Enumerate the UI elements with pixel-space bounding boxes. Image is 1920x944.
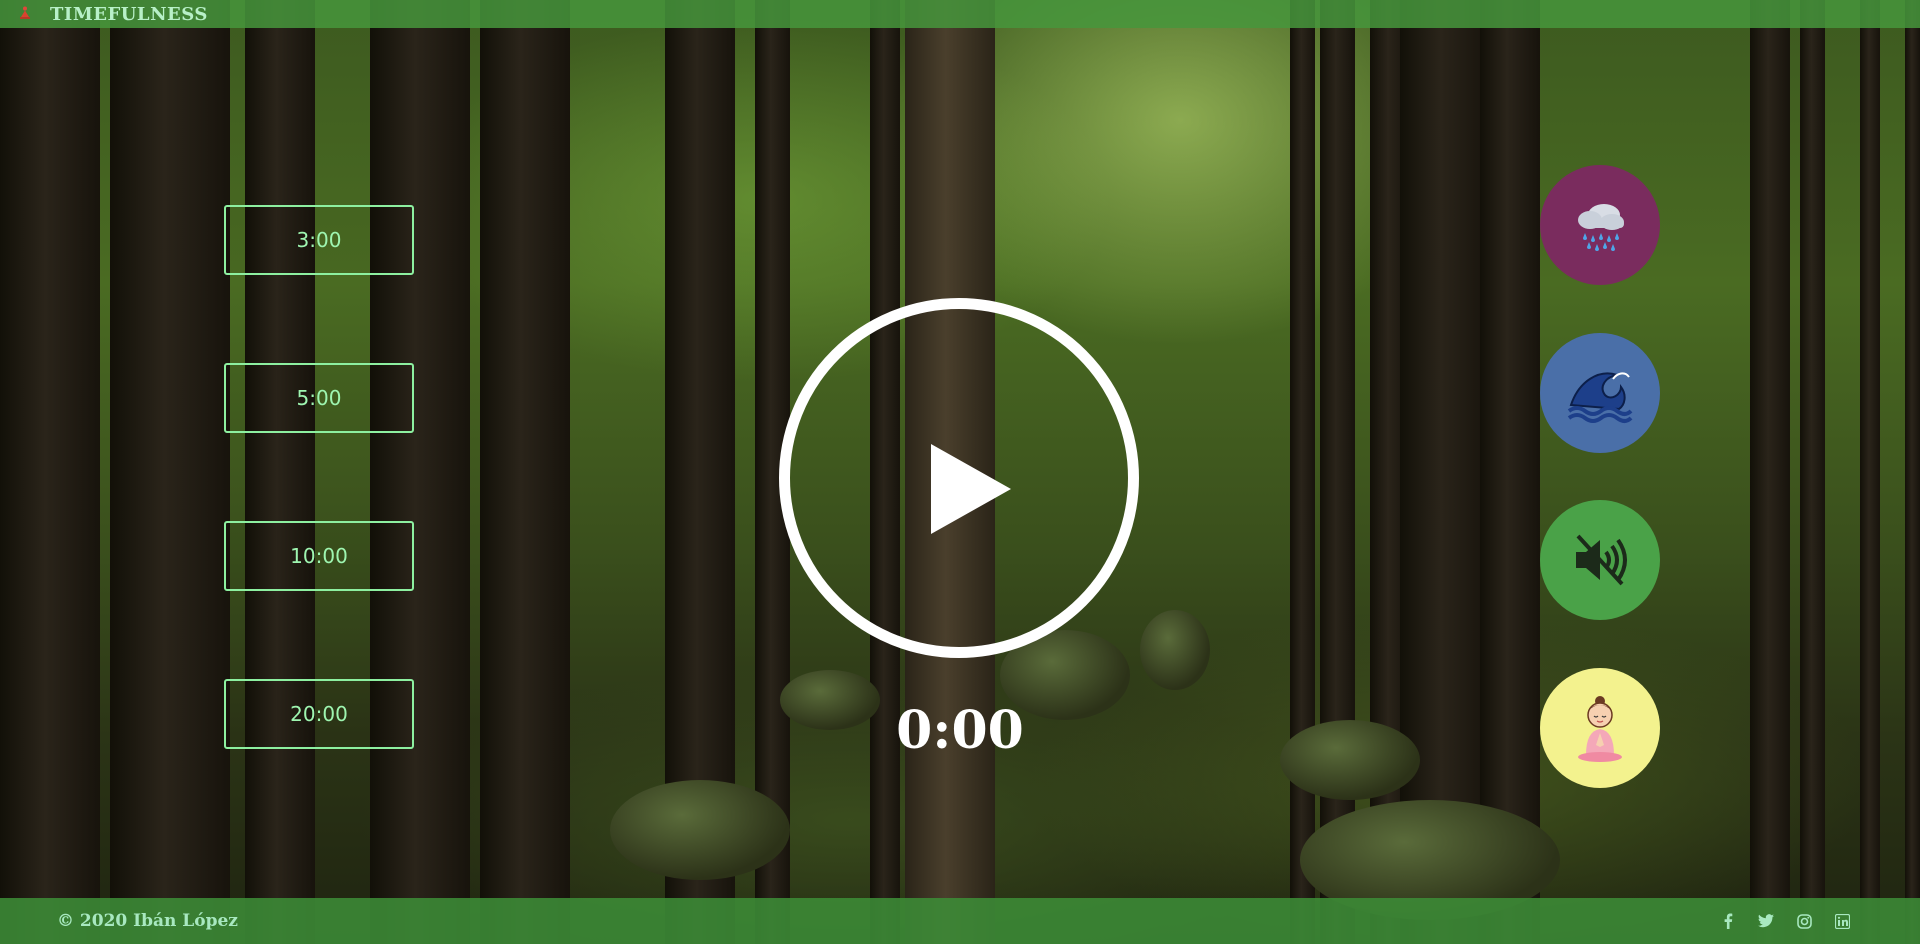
timer-option-20[interactable]: 20:00 (224, 679, 414, 749)
meditating-person-icon (1578, 696, 1622, 762)
mute-sound-button[interactable] (1540, 500, 1660, 620)
wave-icon (1567, 372, 1633, 423)
speaker-muted-icon (1576, 534, 1627, 586)
footer: © 2020 Ibán López (0, 898, 1920, 944)
facebook-icon[interactable] (1720, 913, 1736, 929)
play-button[interactable] (779, 298, 1139, 658)
timer-option-10[interactable]: 10:00 (224, 521, 414, 591)
rain-cloud-icon (1578, 204, 1624, 251)
instagram-icon[interactable] (1796, 913, 1812, 929)
timer-option-5[interactable]: 5:00 (224, 363, 414, 433)
timer-option-3[interactable]: 3:00 (224, 205, 414, 275)
rain-sound-button[interactable] (1540, 165, 1660, 285)
top-navbar: TIMEFULNESS (0, 0, 1920, 28)
meditation-icon (18, 6, 34, 22)
brand-title[interactable]: TIMEFULNESS (50, 4, 208, 25)
wave-sound-button[interactable] (1540, 333, 1660, 453)
timer-display: 0:00 (896, 700, 1024, 761)
social-links (1720, 913, 1850, 929)
twitter-icon[interactable] (1758, 913, 1774, 929)
linkedin-icon[interactable] (1834, 913, 1850, 929)
meditation-sound-button[interactable] (1540, 668, 1660, 788)
copyright-text: © 2020 Ibán López (57, 911, 238, 931)
play-icon (931, 444, 1011, 534)
